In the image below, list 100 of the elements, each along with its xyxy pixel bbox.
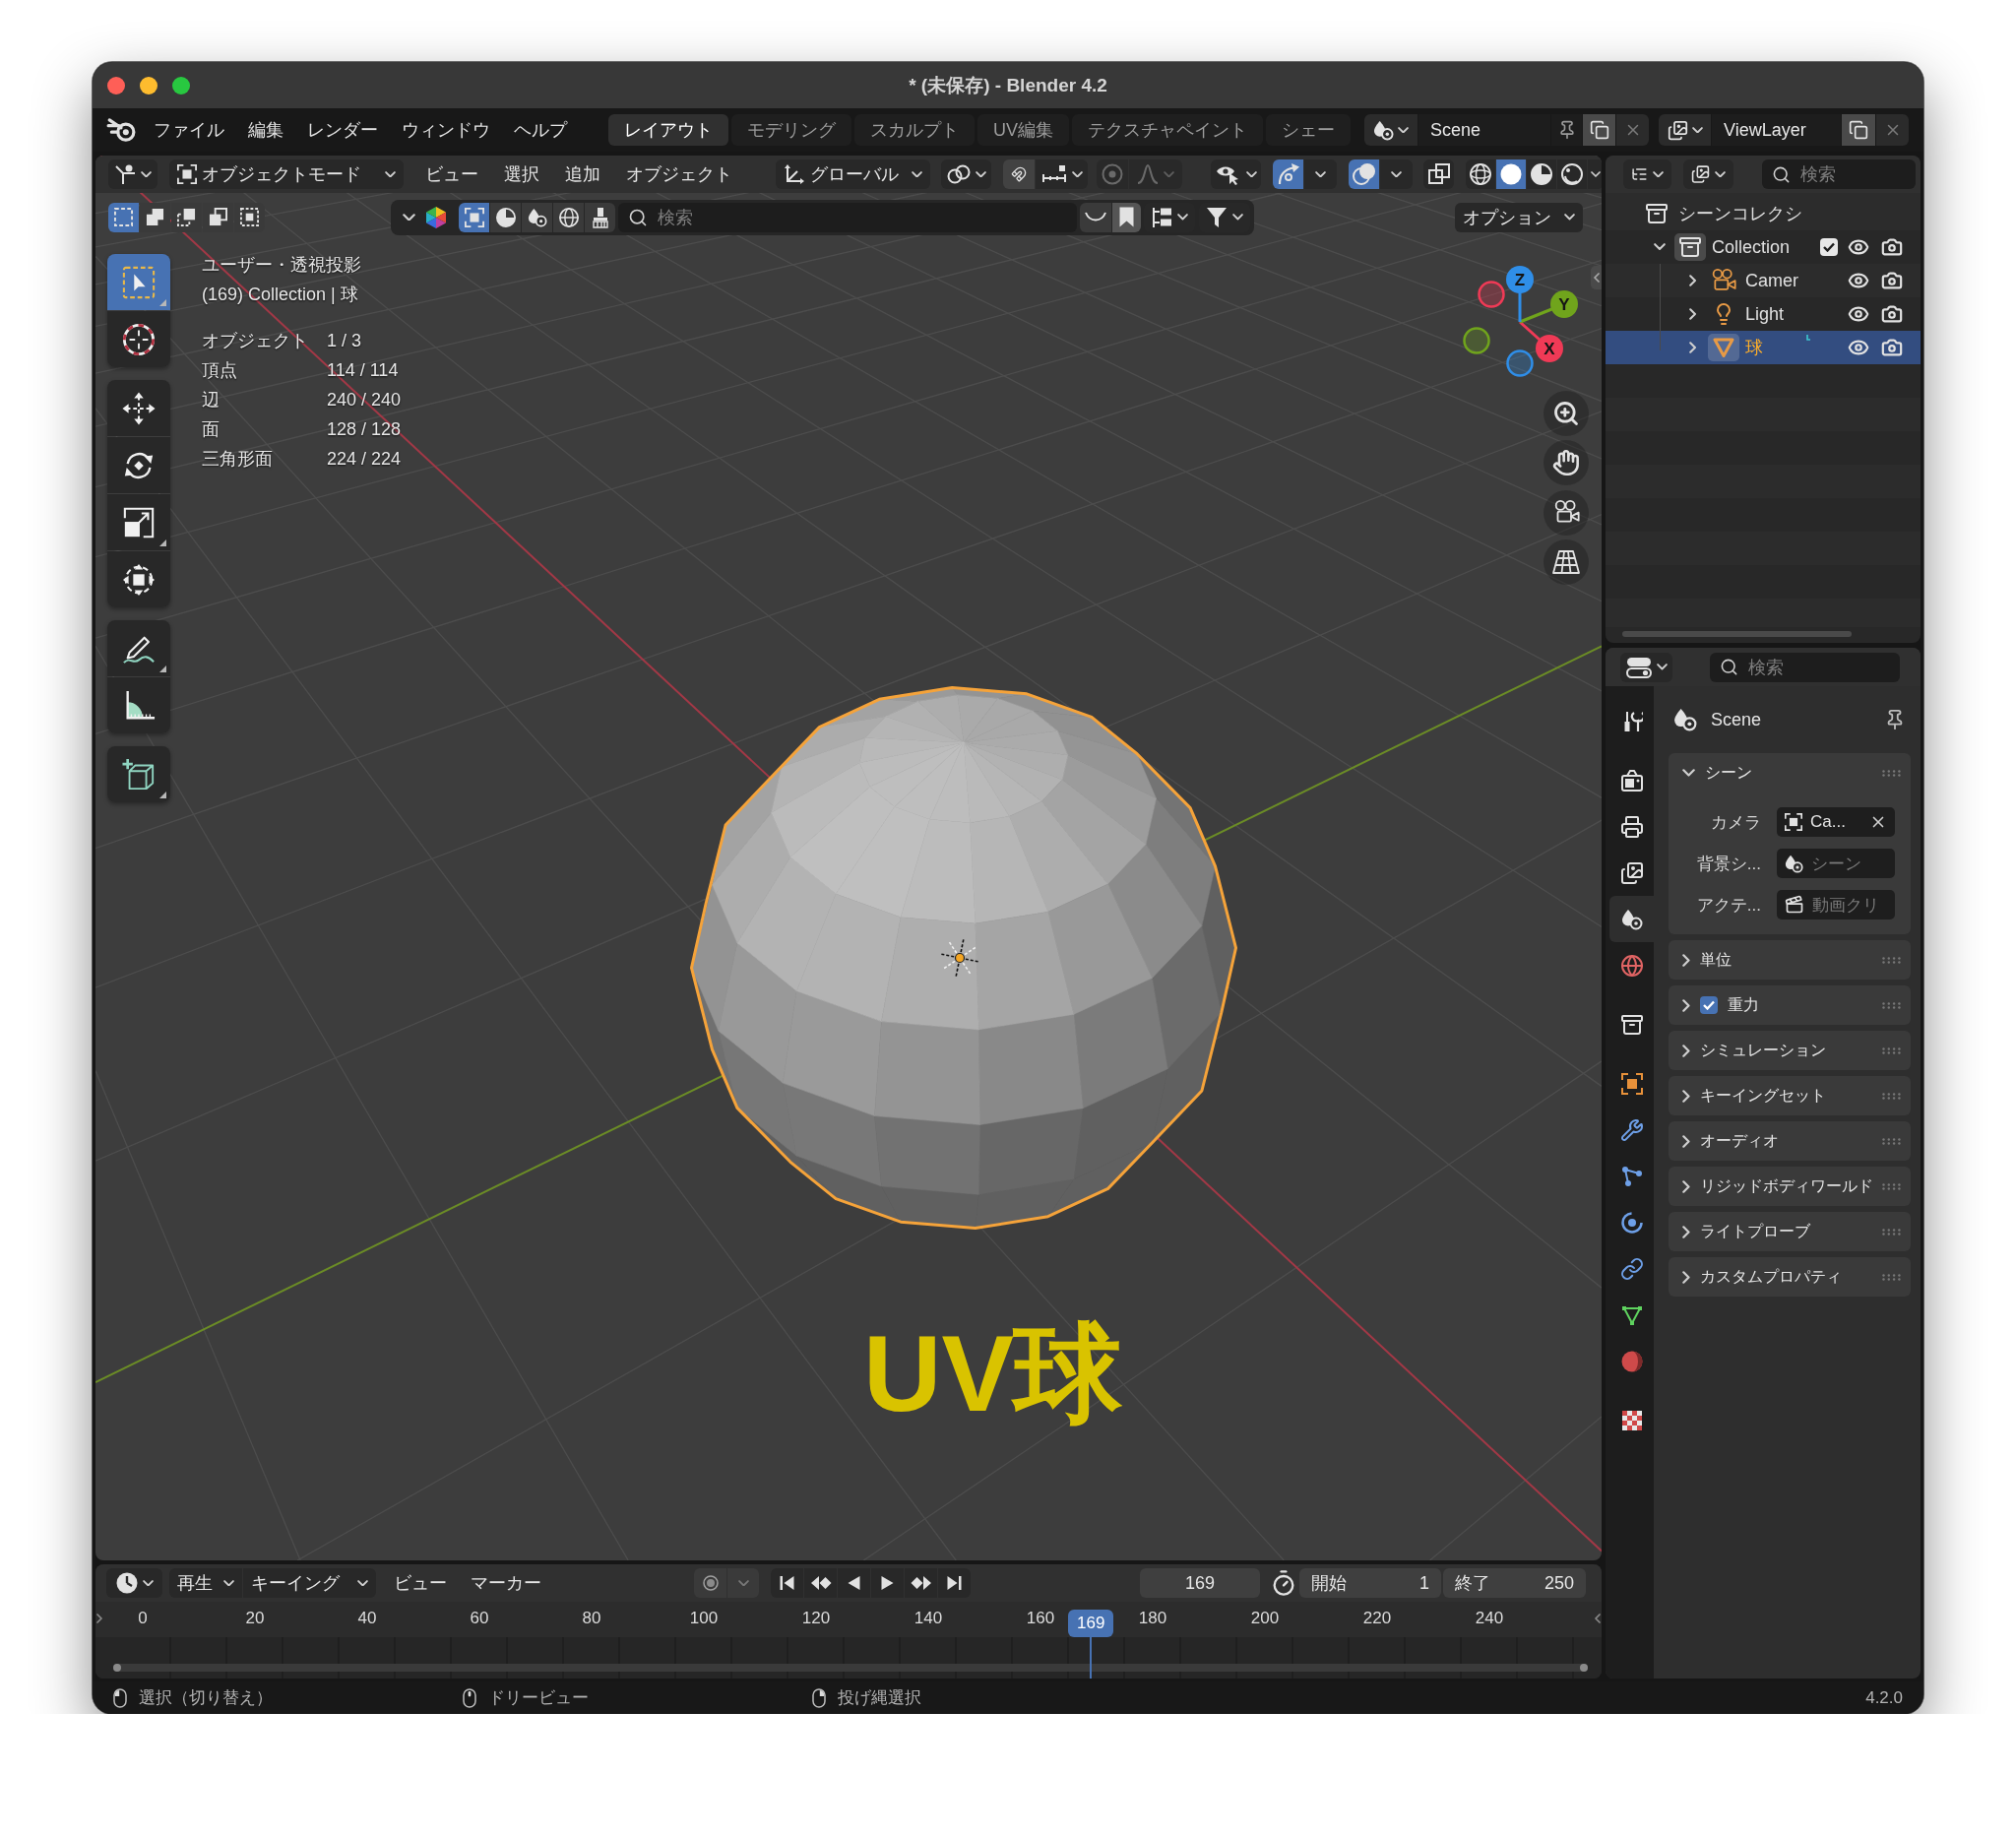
panel-title[interactable]: 重力 (1727, 994, 1759, 1016)
overlay-toggle[interactable] (1349, 159, 1379, 189)
toggle-options-dropdown[interactable] (1304, 159, 1337, 189)
playback-button[interactable] (938, 1568, 971, 1598)
timeline-scrollbar[interactable] (113, 1664, 1588, 1672)
render-toggle[interactable] (1881, 337, 1903, 358)
panel-title[interactable]: シーン (1705, 762, 1752, 784)
tool-button[interactable] (107, 677, 170, 733)
filter-button[interactable] (522, 202, 552, 232)
axis-handle[interactable]: X (1519, 320, 1563, 362)
workspace-tab[interactable]: UV編集 (977, 114, 1069, 146)
object-field[interactable]: Ca... (1777, 807, 1895, 837)
display-mode-dropdown[interactable] (1623, 159, 1671, 189)
outliner-row[interactable]: 球 (1606, 331, 1921, 364)
negative-axis-handle[interactable] (1506, 349, 1534, 377)
filter-button[interactable] (585, 202, 615, 232)
menu-item[interactable]: ビュー (412, 159, 491, 189)
visibility-dropdown[interactable] (1211, 159, 1261, 189)
panel-title[interactable]: リジッドボディワールド (1699, 1175, 1873, 1197)
new-view-layer-button[interactable] (1842, 114, 1875, 146)
editor-type-button[interactable] (106, 1568, 162, 1598)
filter-button[interactable] (553, 202, 584, 232)
render-toggle[interactable] (1881, 270, 1903, 291)
menu-item[interactable]: ファイル (142, 115, 236, 145)
properties-tab[interactable] (1609, 896, 1654, 942)
menu-item[interactable]: ヘルプ (502, 115, 579, 145)
falloff-dropdown[interactable] (1129, 159, 1182, 189)
proportional-edit-toggle[interactable] (1097, 159, 1128, 189)
menu-item[interactable]: オブジェクト (613, 159, 745, 189)
menu-item[interactable]: ウィンドウ (390, 115, 502, 145)
panel-title[interactable]: キーイングセット (1699, 1085, 1826, 1107)
zoom-button[interactable] (1544, 390, 1589, 436)
close-button[interactable] (107, 76, 125, 95)
panel-title[interactable]: カスタムプロパティ (1699, 1266, 1842, 1288)
editor-type-button[interactable] (108, 159, 158, 189)
playback-button[interactable] (771, 1568, 803, 1598)
search-field[interactable]: 検索 (1762, 159, 1916, 189)
render-toggle[interactable] (1881, 236, 1903, 258)
tool-button[interactable] (107, 746, 170, 802)
options-dropdown[interactable]: オプション (1455, 202, 1583, 232)
filter-dropdown[interactable] (1683, 159, 1733, 189)
tool-button[interactable] (107, 437, 170, 493)
scene-name-field[interactable]: Scene (1418, 114, 1550, 146)
xray-toggle[interactable] (1423, 159, 1454, 189)
snap-target-dropdown[interactable] (1036, 159, 1088, 189)
workspace-tab[interactable]: シェー (1266, 114, 1351, 146)
playback-button[interactable] (838, 1568, 870, 1598)
tool-button[interactable] (107, 620, 170, 676)
toggle-options-dropdown[interactable] (1380, 159, 1413, 189)
select-mode-button[interactable] (108, 202, 139, 232)
gizmo-toggle[interactable] (1273, 159, 1303, 189)
tool-button[interactable] (107, 311, 170, 367)
tool-button[interactable] (107, 494, 170, 550)
playback-button[interactable] (804, 1568, 837, 1598)
menu-item[interactable]: マーカー (459, 1568, 553, 1598)
scene-field[interactable]: シーン (1777, 849, 1895, 878)
axis-handle[interactable]: Z (1506, 266, 1534, 322)
workspace-tab[interactable]: レイアウト (608, 114, 728, 146)
pan-button[interactable] (1544, 440, 1589, 485)
shading-mode-button[interactable] (1557, 159, 1587, 189)
menu-item[interactable]: レンダー (295, 115, 390, 145)
horizontal-scrollbar[interactable] (1622, 631, 1852, 637)
current-frame-field[interactable]: 169 (1140, 1568, 1260, 1598)
workspace-tab[interactable]: スカルプト (854, 114, 975, 146)
render-toggle[interactable] (1881, 303, 1903, 325)
menu-item[interactable]: 追加 (552, 159, 613, 189)
bookmark-button[interactable] (1112, 202, 1141, 232)
dropdown-menu[interactable]: キーイング (243, 1568, 376, 1598)
sidebar-toggle[interactable] (1591, 266, 1602, 289)
dropdown-menu[interactable]: 再生 (169, 1568, 242, 1598)
zoom-button[interactable] (172, 76, 190, 95)
editor-type-button[interactable] (1620, 652, 1672, 682)
menu-item[interactable]: ビュー (382, 1568, 459, 1598)
checkbox[interactable] (1699, 996, 1718, 1014)
playback-button[interactable] (871, 1568, 904, 1598)
pivot-dropdown[interactable] (941, 159, 991, 189)
axis-handle[interactable]: Y (1519, 290, 1578, 324)
panel-title[interactable]: ライトプローブ (1699, 1221, 1810, 1242)
view-layer-browse-button[interactable] (1659, 114, 1711, 146)
view-layer-name-field[interactable]: ViewLayer (1712, 114, 1841, 146)
menu-item[interactable]: 選択 (491, 159, 552, 189)
tool-button[interactable] (107, 380, 170, 436)
search-field[interactable]: 検索 (618, 202, 1077, 232)
panel-title[interactable]: オーディオ (1699, 1130, 1779, 1152)
camera-view-button[interactable] (1544, 489, 1589, 536)
app-logo-icon[interactable] (106, 117, 136, 143)
panel-title[interactable]: シミュレーション (1699, 1040, 1826, 1061)
negative-axis-handle[interactable] (1478, 281, 1505, 308)
shading-options-dropdown[interactable] (1588, 159, 1602, 189)
shading-mode-button[interactable] (1527, 159, 1556, 189)
curve-button[interactable] (1080, 202, 1111, 232)
minimize-button[interactable] (140, 76, 158, 95)
shading-mode-button[interactable] (1466, 159, 1495, 189)
negative-axis-handle[interactable] (1463, 327, 1490, 354)
auto-keying-toggle[interactable] (694, 1568, 726, 1598)
end-frame-field[interactable]: 終了 250 (1443, 1568, 1586, 1598)
start-frame-field[interactable]: 開始 1 (1299, 1568, 1441, 1598)
mode-dropdown[interactable]: オブジェクトモード (169, 159, 404, 189)
tool-button[interactable] (107, 551, 170, 607)
playhead[interactable]: 169 (1068, 1610, 1114, 1679)
